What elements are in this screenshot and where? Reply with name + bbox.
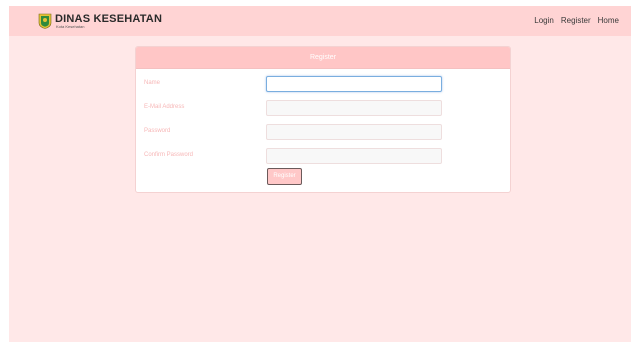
name-input[interactable] <box>266 76 442 92</box>
email-input[interactable] <box>266 100 442 116</box>
navbar: DINAS KESEHATAN Kota Kesehatan Login Reg… <box>9 6 631 36</box>
register-button[interactable]: Register <box>267 168 302 185</box>
nav-register-link[interactable]: Register <box>561 16 591 25</box>
confirm-password-label: Confirm Password <box>144 152 194 158</box>
password-label: Password <box>144 128 171 134</box>
name-label: Name <box>144 80 161 86</box>
register-card: Register Name E-Mail Address Password Co… <box>135 46 511 193</box>
password-row: Password <box>136 124 510 140</box>
emblem-logo-icon <box>38 13 52 29</box>
name-row: Name <box>136 76 510 92</box>
card-header: Register <box>136 47 510 69</box>
nav-links: Login Register Home <box>534 16 619 25</box>
email-label: E-Mail Address <box>144 104 185 110</box>
email-row: E-Mail Address <box>136 100 510 116</box>
confirm-password-row: Confirm Password <box>136 148 510 164</box>
nav-login-link[interactable]: Login <box>534 16 554 25</box>
password-input[interactable] <box>266 124 442 140</box>
brand-subtitle: Kota Kesehatan <box>56 24 85 29</box>
confirm-password-input[interactable] <box>266 148 442 164</box>
page-background: DINAS KESEHATAN Kota Kesehatan Login Reg… <box>9 6 631 342</box>
nav-home-link[interactable]: Home <box>598 16 619 25</box>
